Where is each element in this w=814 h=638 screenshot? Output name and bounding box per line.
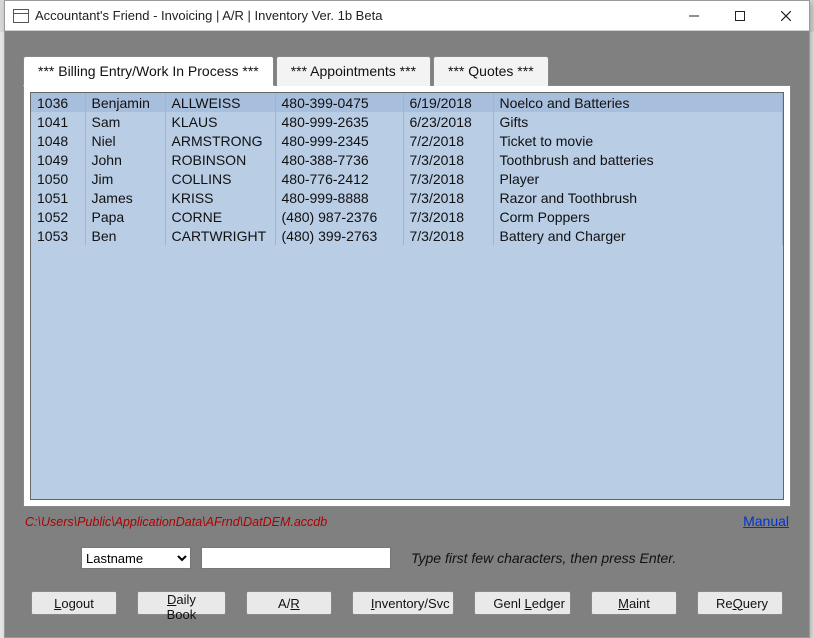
table-row[interactable]: 1041SamKLAUS480-999-26356/23/2018Gifts: [31, 112, 783, 131]
db-path: C:\Users\Public\ApplicationData\AFrnd\Da…: [25, 515, 327, 529]
daily-book-button[interactable]: Daily Book: [137, 591, 226, 615]
data-grid[interactable]: 1036BenjaminALLWEISS480-399-04756/19/201…: [30, 92, 784, 500]
table-row[interactable]: 1050JimCOLLINS480-776-24127/3/2018Player: [31, 169, 783, 188]
logout-button[interactable]: Logout: [31, 591, 117, 615]
filter-input[interactable]: [201, 547, 391, 569]
client-area: *** Billing Entry/Work In Process ******…: [5, 31, 809, 637]
tab-0[interactable]: *** Billing Entry/Work In Process ***: [23, 56, 274, 86]
table-row[interactable]: 1036BenjaminALLWEISS480-399-04756/19/201…: [31, 93, 783, 112]
manual-link[interactable]: Manual: [743, 513, 789, 529]
table-row[interactable]: 1051JamesKRISS480-999-88887/3/2018Razor …: [31, 188, 783, 207]
tab-2[interactable]: *** Quotes ***: [433, 56, 549, 86]
requery-button[interactable]: ReQuery: [697, 591, 783, 615]
tab-1[interactable]: *** Appointments ***: [276, 56, 431, 86]
tab-panel: 1036BenjaminALLWEISS480-399-04756/19/201…: [23, 85, 791, 507]
filter-field-select[interactable]: Lastname: [81, 547, 191, 569]
inventory-button[interactable]: Inventory/Svc: [352, 591, 455, 615]
table-row[interactable]: 1052PapaCORNE(480) 987-23767/3/2018Corm …: [31, 207, 783, 226]
minimize-button[interactable]: [671, 1, 717, 31]
app-window: Accountant's Friend - Invoicing | A/R | …: [4, 0, 810, 638]
table-row[interactable]: 1049JohnROBINSON480-388-77367/3/2018Toot…: [31, 150, 783, 169]
window-title: Accountant's Friend - Invoicing | A/R | …: [35, 8, 671, 23]
app-icon: [13, 9, 29, 23]
maint-button[interactable]: Maint: [591, 591, 677, 615]
tab-strip: *** Billing Entry/Work In Process ******…: [23, 55, 791, 85]
table-row[interactable]: 1053BenCARTWRIGHT(480) 399-27637/3/2018B…: [31, 226, 783, 245]
maximize-button[interactable]: [717, 1, 763, 31]
filter-hint: Type first few characters, then press En…: [411, 550, 676, 566]
genl-ledger-button[interactable]: Genl Ledger: [474, 591, 571, 615]
table-row[interactable]: 1048NielARMSTRONG480-999-23457/2/2018Tic…: [31, 131, 783, 150]
close-button[interactable]: [763, 1, 809, 31]
ar-button[interactable]: A/R: [246, 591, 332, 615]
titlebar: Accountant's Friend - Invoicing | A/R | …: [5, 1, 809, 31]
